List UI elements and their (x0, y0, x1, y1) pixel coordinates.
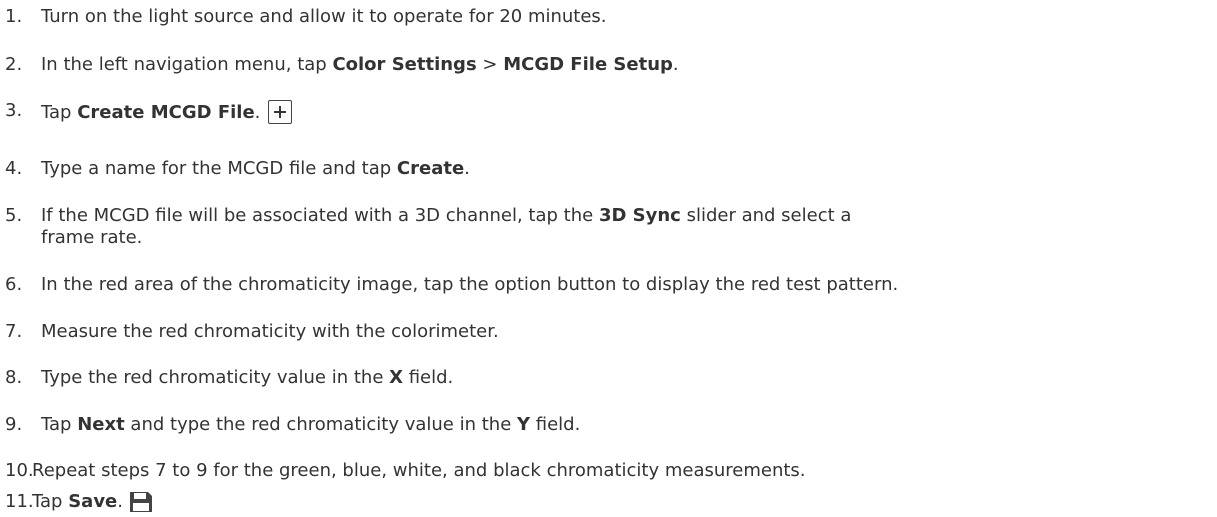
step-text: In the left navigation menu, tap Color S… (41, 54, 679, 75)
step-text: Type the red chromaticity value in the X… (41, 367, 454, 388)
step-text: In the red area of the chromaticity imag… (41, 274, 899, 295)
step-number: 3. (5, 100, 23, 121)
step-text: Tap Next and type the red chromaticity v… (41, 414, 581, 435)
step-number: 2. (5, 54, 23, 75)
step-number: 8. (5, 367, 23, 388)
step-9: 9. Tap Next and type the red chromaticit… (5, 414, 1213, 436)
step-10: 10. Repeat steps 7 to 9 for the green, b… (5, 460, 1213, 482)
save-icon (130, 492, 152, 512)
step-number: 7. (5, 321, 23, 342)
step-text: Turn on the light source and allow it to… (41, 6, 607, 27)
step-2: 2. In the left navigation menu, tap Colo… (5, 54, 1213, 76)
step-1: 1. Turn on the light source and allow it… (5, 6, 1213, 28)
step-11: 11. Tap Save. (5, 491, 1213, 513)
step-number: 1. (5, 6, 23, 27)
step-text: Type a name for the MCGD file and tap Cr… (41, 158, 470, 179)
step-6: 6. In the red area of the chromaticity i… (5, 274, 1213, 296)
step-7: 7. Measure the red chromaticity with the… (5, 321, 1213, 343)
step-8: 8. Type the red chromaticity value in th… (5, 367, 1213, 389)
step-3: 3. Tap Create MCGD File. (5, 100, 1213, 124)
step-text: Tap Create MCGD File. (41, 100, 293, 124)
step-4: 4. Type a name for the MCGD file and tap… (5, 158, 1213, 180)
step-text: If the MCGD file will be associated with… (41, 205, 852, 248)
step-text: Measure the red chromaticity with the co… (41, 321, 499, 342)
step-5: 5. If the MCGD file will be associated w… (5, 205, 1213, 249)
plus-icon (268, 100, 293, 124)
step-number: 5. (5, 205, 23, 226)
step-number: 9. (5, 414, 23, 435)
step-number: 4. (5, 158, 23, 179)
step-text: Tap Save. (32, 491, 153, 513)
step-number: 6. (5, 274, 23, 295)
step-text: Repeat steps 7 to 9 for the green, blue,… (32, 460, 806, 481)
